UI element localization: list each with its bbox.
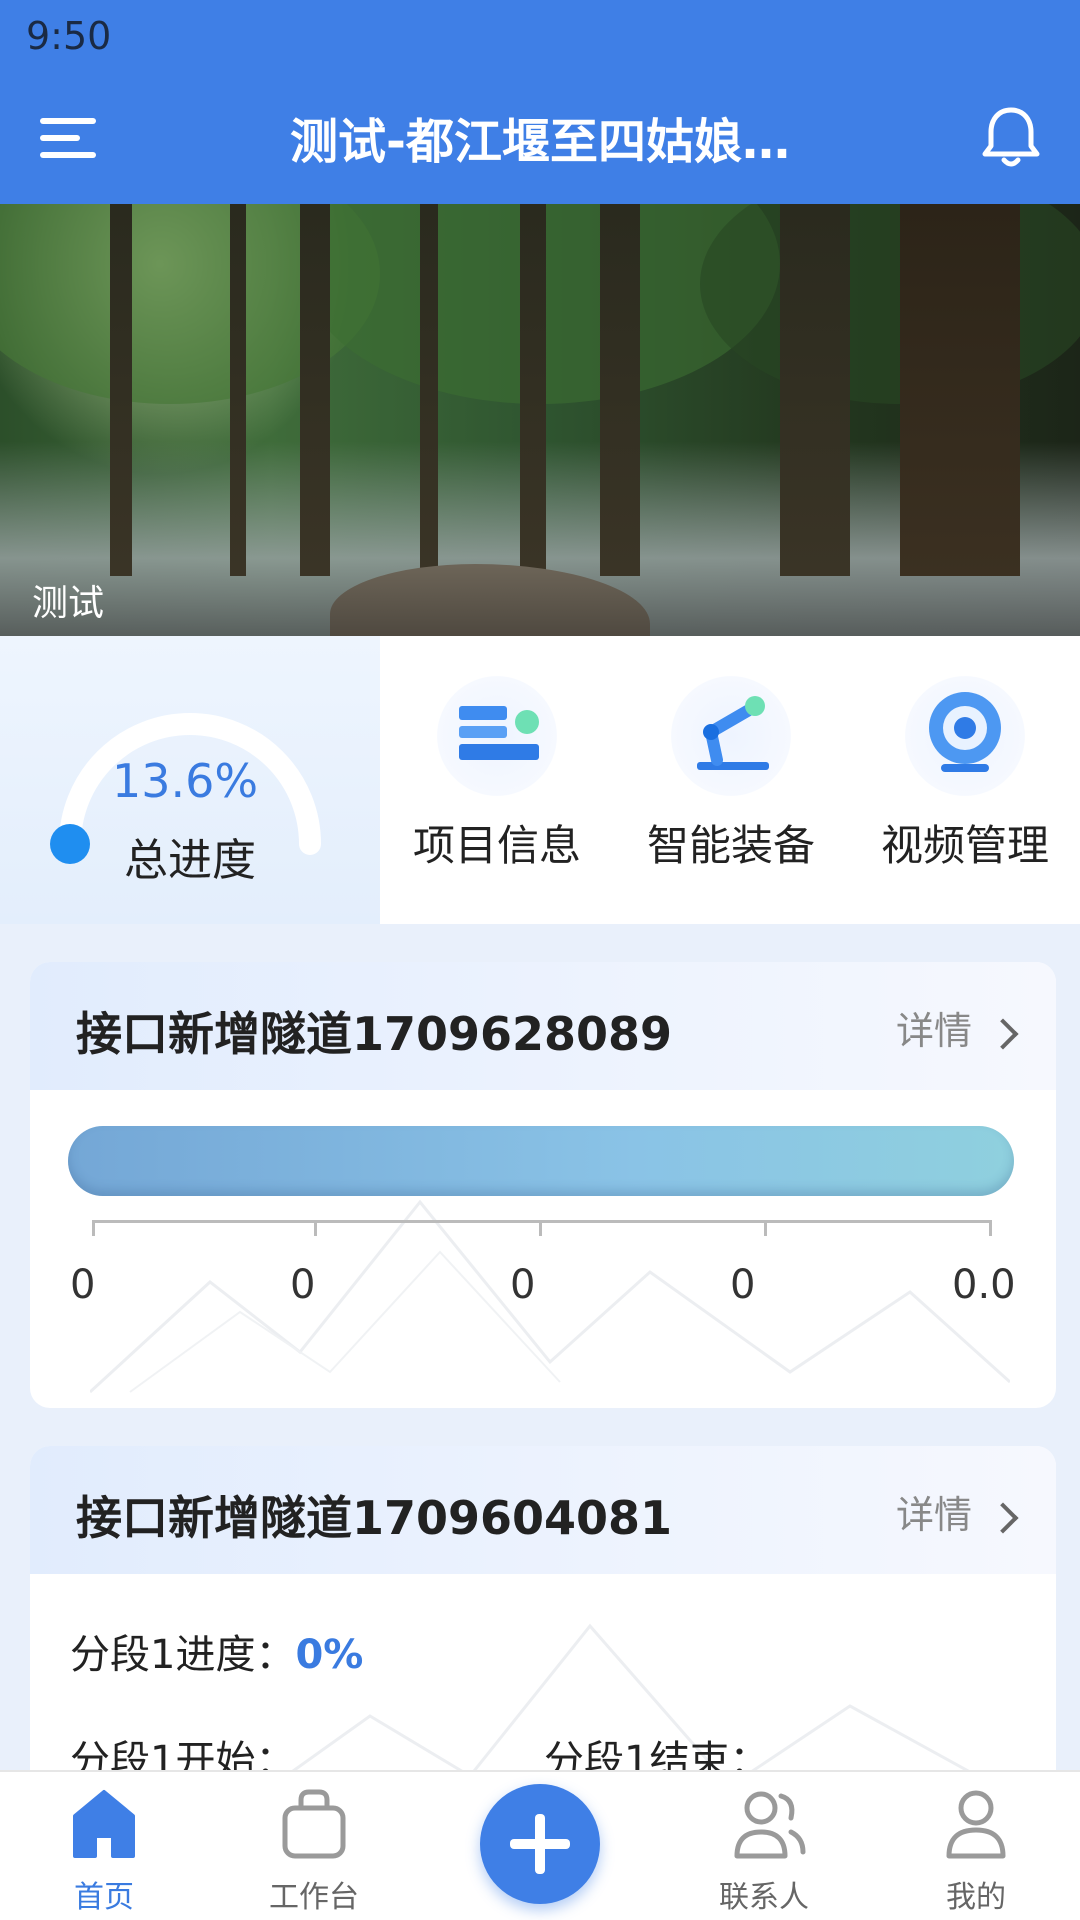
card-title: 接口新增隧道1709604081 [76,1491,673,1545]
nav-workbench[interactable]: 工作台 [224,1772,404,1920]
segment-progress-label: 分段1进度： [70,1632,296,1678]
progress-axis [92,1220,992,1240]
project-info-label: 项目信息 [412,821,581,870]
smart-equipment-button[interactable]: 智能装备 [614,662,848,902]
tunnel-progress-bar [68,1126,1014,1196]
page-title: 测试-都江堰至四姑娘… [290,114,790,170]
home-icon [73,1790,135,1858]
app-header: 测试-都江堰至四姑娘… [0,72,1080,204]
segment-progress: 分段1进度：0% [70,1622,363,1680]
tunnel-card: 接口新增隧道1709628089 详情 0 0 0 0 0.0 [30,962,1056,1408]
chevron-right-icon [987,1501,1019,1534]
card-header: 接口新增隧道1709604081 详情 [30,1446,1056,1574]
summary-section: 13.6% 总进度 项目信息 智能装备 视频管理 [0,636,1080,924]
axis-tick-label: 0 [290,1262,316,1308]
contacts-icon [734,1791,806,1859]
video-management-button[interactable]: 视频管理 [848,662,1080,902]
project-info-icon [437,676,557,796]
segment-progress-value: 0% [295,1632,364,1678]
details-label: 详情 [895,1493,972,1537]
video-management-label: 视频管理 [880,821,1049,870]
card-title: 接口新增隧道1709628089 [76,1007,673,1061]
nav-contacts-label: 联系人 [719,1880,809,1915]
banner-image[interactable]: 测试 [0,204,1080,636]
details-label: 详情 [895,1009,972,1053]
status-time: 9:50 [26,14,112,58]
progress-panel: 13.6% 总进度 [0,636,380,924]
video-camera-icon [905,676,1025,796]
axis-tick-label: 0.0 [952,1262,1016,1308]
details-link[interactable]: 详情 [895,1000,1019,1055]
axis-tick-label: 0 [510,1262,536,1308]
briefcase-icon [282,1789,346,1859]
chevron-right-icon [987,1017,1019,1050]
nav-workbench-label: 工作台 [269,1880,359,1915]
card-header: 接口新增隧道1709628089 详情 [30,962,1056,1090]
bell-icon[interactable] [976,102,1046,172]
banner-caption: 测试 [32,583,105,624]
axis-tick-label: 0 [730,1262,756,1308]
smart-equipment-label: 智能装备 [646,821,815,870]
progress-value: 13.6% [112,754,259,808]
quick-actions: 项目信息 智能装备 视频管理 [380,636,1080,924]
add-button[interactable] [480,1784,600,1904]
nav-home[interactable]: 首页 [14,1772,194,1920]
menu-icon[interactable] [40,112,100,164]
nav-profile-label: 我的 [946,1880,1006,1915]
progress-label: 总进度 [124,835,256,886]
smart-equipment-icon [671,676,791,796]
details-link[interactable]: 详情 [895,1484,1019,1539]
axis-tick-label: 0 [70,1262,96,1308]
user-icon [946,1790,1006,1859]
mountain-watermark [90,1199,1010,1394]
nav-home-label: 首页 [74,1880,134,1915]
nav-profile[interactable]: 我的 [886,1772,1066,1920]
project-info-button[interactable]: 项目信息 [380,662,614,902]
nav-contacts[interactable]: 联系人 [674,1772,854,1920]
status-bar: 9:50 [0,0,1080,72]
